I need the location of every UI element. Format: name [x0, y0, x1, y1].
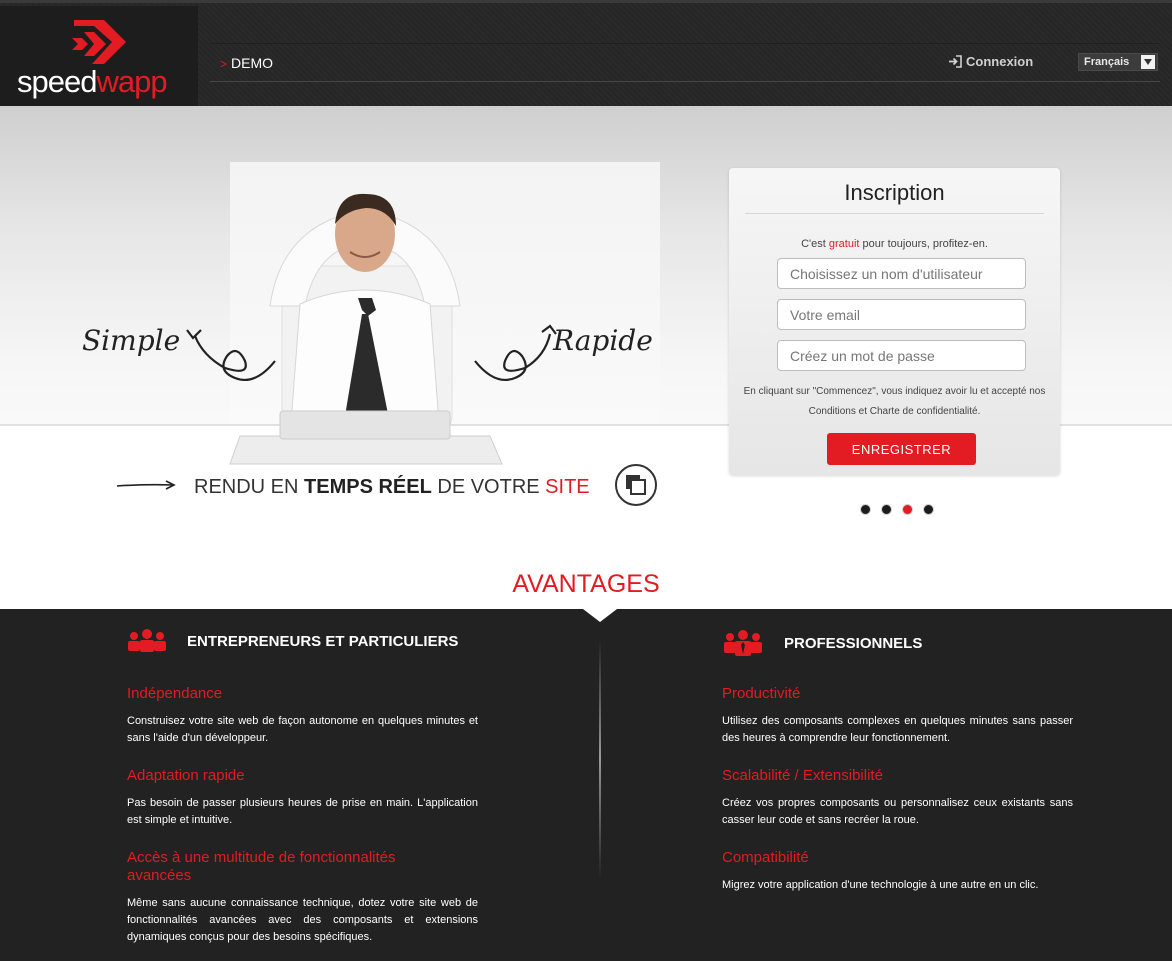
- header-divider: [210, 81, 1160, 82]
- copy-windows-icon: [615, 464, 657, 506]
- top-header: speedwapp > DEMO Connexion Français: [0, 0, 1172, 109]
- signup-divider: [745, 213, 1044, 214]
- feature-title: Scalabilité / Extensibilité: [722, 767, 883, 784]
- left-column-heading: ENTREPRENEURS ET PARTICULIERS: [127, 629, 458, 653]
- signup-lead: C'est gratuit pour toujours, profitez-en…: [729, 238, 1060, 250]
- tagline-part: RENDU EN: [194, 476, 305, 498]
- tagline-red: SITE: [545, 476, 590, 498]
- lead-part: C'est: [801, 238, 829, 250]
- language-select[interactable]: Français: [1078, 53, 1158, 71]
- feature-text: Utilisez des composants complexes en que…: [722, 715, 1073, 744]
- signup-terms: En cliquant sur "Commencez", vous indiqu…: [743, 386, 1046, 417]
- feature-text: Créez vos propres composants ou personna…: [722, 797, 1073, 826]
- hero-word-simple: Simple: [82, 324, 181, 357]
- logo-chevrons-icon: [72, 20, 126, 64]
- signup-card: Inscription C'est gratuit pour toujours,…: [729, 168, 1060, 475]
- feature-text: Construisez votre site web de façon auto…: [127, 715, 478, 744]
- feature-title: Compatibilité: [722, 849, 809, 866]
- logo[interactable]: speedwapp: [0, 6, 198, 109]
- feature-title: Accès à une multitude de fonctionnalités…: [127, 849, 396, 884]
- login-label: Connexion: [966, 54, 1034, 69]
- lead-part-2: pour toujours, profitez-en.: [859, 238, 988, 250]
- carousel-dot-active[interactable]: [902, 504, 913, 515]
- hero-tagline: RENDU EN TEMPS RÉEL DE VOTRE SITE: [194, 476, 590, 499]
- logo-wordmark: speedwapp: [17, 64, 168, 99]
- section-notch: [583, 609, 617, 622]
- lead-free: gratuit: [828, 238, 860, 250]
- advantages-section: ENTREPRENEURS ET PARTICULIERS Indépendan…: [0, 609, 1172, 961]
- left-heading-text: ENTREPRENEURS ET PARTICULIERS: [187, 632, 459, 650]
- feature-text: Migrez votre application d'une technolog…: [722, 879, 1039, 891]
- long-arrow-right-icon: [116, 480, 176, 490]
- feature-text: Même sans aucune connaissance technique,…: [127, 897, 478, 943]
- curved-arrow-left-icon: [186, 329, 276, 382]
- signup-title: Inscription: [844, 180, 945, 205]
- logo-text-speed: speed: [17, 64, 97, 99]
- nav-demo-label: DEMO: [231, 55, 274, 71]
- nav-demo-link[interactable]: > DEMO: [220, 55, 273, 71]
- feature-text: Pas besoin de passer plusieurs heures de…: [127, 797, 478, 826]
- username-input[interactable]: [777, 258, 1026, 289]
- header-divider-top: [210, 43, 1160, 44]
- feature-title: Adaptation rapide: [127, 767, 245, 784]
- register-button[interactable]: ENREGISTRER: [827, 433, 976, 465]
- logo-text-wapp: wapp: [96, 64, 167, 99]
- language-value: Français: [1084, 56, 1130, 68]
- hero-word-rapide: Rapide: [553, 324, 653, 357]
- advantages-title: AVANTAGES: [512, 570, 660, 598]
- tagline-bold: TEMPS RÉEL: [304, 476, 432, 498]
- carousel-dot[interactable]: [860, 504, 871, 515]
- curved-arrow-right-icon: [474, 324, 557, 382]
- column-divider: [599, 639, 601, 879]
- login-link[interactable]: Connexion: [948, 54, 1033, 69]
- chevron-right-icon: >: [220, 57, 228, 71]
- right-column-heading: PROFESSIONNELS: [722, 629, 922, 657]
- email-input[interactable]: [777, 299, 1026, 330]
- tagline-part-2: DE VOTRE: [431, 476, 546, 498]
- carousel-dots: [860, 504, 934, 515]
- chevron-down-icon: [1141, 55, 1155, 69]
- password-input[interactable]: [777, 340, 1026, 371]
- group-people-icon: [128, 629, 166, 652]
- professionals-icon: [724, 630, 762, 656]
- carousel-dot[interactable]: [923, 504, 934, 515]
- right-heading-text: PROFESSIONNELS: [784, 634, 923, 652]
- feature-title: Productivité: [722, 685, 801, 702]
- carousel-dot[interactable]: [881, 504, 892, 515]
- sign-in-icon: [949, 55, 962, 68]
- feature-title: Indépendance: [127, 685, 223, 702]
